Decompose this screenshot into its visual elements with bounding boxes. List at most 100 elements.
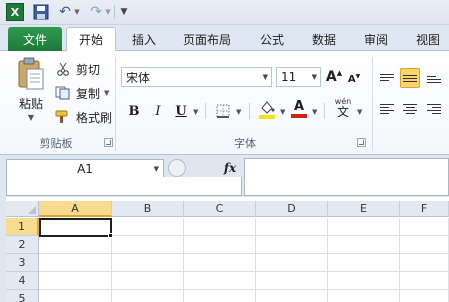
cell-b4[interactable] (112, 272, 184, 290)
cell-d2[interactable] (256, 236, 328, 254)
align-bottom-button[interactable] (424, 69, 444, 89)
select-all-button[interactable] (6, 201, 39, 217)
font-color-button[interactable]: A (290, 99, 308, 119)
cell-d1[interactable] (256, 218, 328, 236)
column-header-e[interactable]: E (328, 201, 400, 217)
cell-b5[interactable] (112, 290, 184, 302)
cell-c2[interactable] (184, 236, 256, 254)
tab-data[interactable]: 数据 (304, 27, 344, 51)
bold-button[interactable]: B (126, 101, 142, 121)
cell-b1[interactable] (112, 218, 184, 236)
format-painter-icon (54, 109, 72, 125)
tab-review[interactable]: 审阅 (356, 27, 396, 51)
row-header-1[interactable]: 1 (6, 218, 39, 236)
cell-d3[interactable] (256, 254, 328, 272)
shrink-font-button[interactable]: A ▼ (347, 69, 361, 89)
save-icon[interactable] (33, 3, 49, 21)
align-top-button[interactable] (377, 67, 397, 87)
column-header-f[interactable]: F (400, 201, 449, 217)
chevron-down-icon[interactable]: ▼ (154, 165, 159, 173)
cell-a5[interactable] (39, 290, 112, 302)
cell-f1[interactable] (400, 218, 449, 236)
paste-dropdown-icon[interactable]: ▼ (12, 113, 50, 122)
align-center-button[interactable] (400, 99, 420, 119)
underline-dropdown-icon[interactable]: ▼ (193, 108, 198, 116)
insert-function-button[interactable]: fx (218, 159, 242, 177)
font-name-select[interactable]: 宋体 ▼ (121, 67, 272, 87)
row-header-2[interactable]: 2 (6, 236, 39, 254)
tab-insert[interactable]: 插入 (122, 27, 166, 51)
cell-e2[interactable] (328, 236, 400, 254)
row-header-4[interactable]: 4 (6, 272, 39, 290)
cell-e1[interactable] (328, 218, 400, 236)
phonetic-button[interactable]: wén 文 (332, 97, 354, 118)
redo-dropdown-icon[interactable]: ▼ (104, 3, 112, 21)
fill-color-dropdown-icon[interactable]: ▼ (280, 108, 285, 116)
row-header-3[interactable]: 3 (6, 254, 39, 272)
tab-home[interactable]: 开始 (66, 27, 116, 52)
cell-f4[interactable] (400, 272, 449, 290)
cell-b3[interactable] (112, 254, 184, 272)
cell-c3[interactable] (184, 254, 256, 272)
formula-bar: A1 ▼ fx (0, 155, 449, 197)
cell-e3[interactable] (328, 254, 400, 272)
scissors-icon (54, 61, 72, 77)
clipboard-launcher-icon[interactable] (104, 138, 113, 147)
underline-button[interactable]: U (173, 101, 189, 121)
cell-f3[interactable] (400, 254, 449, 272)
borders-button[interactable] (214, 101, 232, 121)
column-header-b[interactable]: B (112, 201, 184, 217)
row-header-5[interactable]: 5 (6, 290, 39, 302)
grow-font-icon: A (325, 69, 337, 85)
borders-dropdown-icon[interactable]: ▼ (236, 108, 241, 116)
shrink-font-icon: A (347, 73, 356, 85)
align-left-button[interactable] (377, 99, 397, 119)
active-cell-a1[interactable] (39, 218, 112, 237)
copy-label: 复制 (76, 86, 101, 101)
cell-a3[interactable] (39, 254, 112, 272)
fill-handle[interactable] (108, 233, 113, 238)
cell-e4[interactable] (328, 272, 400, 290)
column-header-a[interactable]: A (39, 201, 112, 217)
align-middle-button[interactable] (400, 68, 420, 88)
font-launcher-icon[interactable] (357, 138, 366, 147)
copy-dropdown-icon[interactable]: ▼ (104, 89, 109, 97)
tab-view[interactable]: 视图 (408, 27, 448, 51)
tab-file[interactable]: 文件 (8, 27, 62, 51)
formula-input[interactable] (244, 158, 449, 196)
copy-button[interactable]: 复制 ▼ (54, 83, 109, 103)
cell-c4[interactable] (184, 272, 256, 290)
tab-page-layout[interactable]: 页面布局 (174, 27, 240, 51)
name-box[interactable]: A1 ▼ (6, 159, 164, 178)
formula-bar-handle-icon[interactable] (168, 159, 186, 177)
align-right-button[interactable] (424, 99, 444, 119)
cell-a2[interactable] (39, 236, 112, 254)
undo-icon[interactable]: ↶ (57, 3, 73, 21)
customize-icon[interactable]: ▼ (118, 3, 130, 21)
cell-d5[interactable] (256, 290, 328, 302)
cell-d4[interactable] (256, 272, 328, 290)
undo-dropdown-icon[interactable]: ▼ (73, 3, 81, 21)
italic-button[interactable]: I (150, 101, 166, 121)
tab-formulas[interactable]: 公式 (252, 27, 292, 51)
cell-f2[interactable] (400, 236, 449, 254)
cell-e5[interactable] (328, 290, 400, 302)
cut-button[interactable]: 剪切 (54, 59, 100, 79)
redo-icon[interactable]: ↷ (88, 3, 104, 21)
font-color-dropdown-icon[interactable]: ▼ (312, 108, 317, 116)
paste-button[interactable]: 粘贴 ▼ (12, 57, 50, 131)
cell-c1[interactable] (184, 218, 256, 236)
grow-font-button[interactable]: A ▲ (326, 67, 342, 87)
cell-f5[interactable] (400, 290, 449, 302)
fill-color-button[interactable] (257, 99, 277, 119)
excel-icon[interactable]: X (6, 3, 24, 21)
cell-b2[interactable] (112, 236, 184, 254)
column-header-d[interactable]: D (256, 201, 328, 217)
format-painter-button[interactable]: 格式刷 (54, 107, 112, 127)
align-top-icon (380, 73, 394, 81)
column-header-c[interactable]: C (184, 201, 256, 217)
cell-a4[interactable] (39, 272, 112, 290)
cell-c5[interactable] (184, 290, 256, 302)
phonetic-dropdown-icon[interactable]: ▼ (357, 108, 362, 116)
font-size-select[interactable]: 11 ▼ (276, 67, 321, 87)
